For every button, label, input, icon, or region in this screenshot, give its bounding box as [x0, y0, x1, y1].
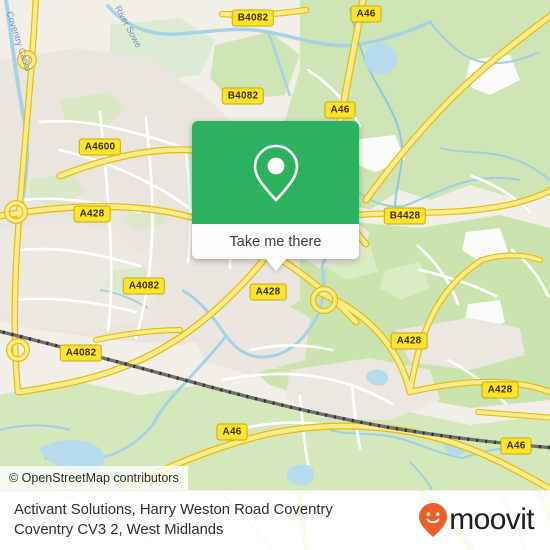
popup-visual-area [192, 121, 359, 224]
road-shield: A46 [350, 5, 382, 23]
map-pin-icon [253, 144, 298, 202]
road-shield: B4082 [231, 9, 275, 27]
road-shield: A428 [390, 332, 428, 350]
place-popup-card[interactable]: Take me there [192, 121, 359, 271]
moovit-wordmark: moovit [449, 503, 534, 536]
road-shield: A46 [324, 101, 356, 119]
road-shield: B4082 [221, 87, 265, 105]
road-shield: A4600 [78, 138, 122, 156]
take-me-there-label: Take me there [229, 233, 322, 250]
road-shield: A4082 [59, 344, 103, 362]
popup-pointer-tail [264, 258, 287, 271]
map-canvas[interactable]: B4082 A46 B4082 A46 A4600 A428 B4428 A4082 A428 A… [0, 0, 550, 490]
place-address-line-2: Coventry CV3 2, West Midlands [14, 522, 224, 538]
osm-attribution[interactable]: © OpenStreetMap contributors [0, 466, 188, 490]
road-shield: B4428 [383, 207, 427, 225]
road-shield: A46 [500, 437, 532, 455]
map-screenshot: B4082 A46 B4082 A46 A4600 A428 B4428 A4082 A428 A… [0, 0, 550, 550]
road-shield: A428 [481, 381, 519, 399]
road-shield: A428 [249, 283, 287, 301]
place-address-line-1: Activant Solutions, Harry Weston Road Co… [14, 502, 333, 518]
osm-attribution-text: © OpenStreetMap contributors [9, 471, 179, 485]
road-shield: A428 [73, 205, 111, 223]
footer-bar: Activant Solutions, Harry Weston Road Co… [0, 490, 550, 550]
moovit-logo[interactable]: moovit [418, 502, 535, 538]
road-shield: A46 [216, 423, 248, 441]
moovit-pin-smiley-icon [419, 503, 448, 537]
road-shield: A4082 [122, 277, 166, 295]
take-me-there-button[interactable]: Take me there [192, 224, 359, 259]
place-address: Activant Solutions, Harry Weston Road Co… [14, 500, 333, 540]
